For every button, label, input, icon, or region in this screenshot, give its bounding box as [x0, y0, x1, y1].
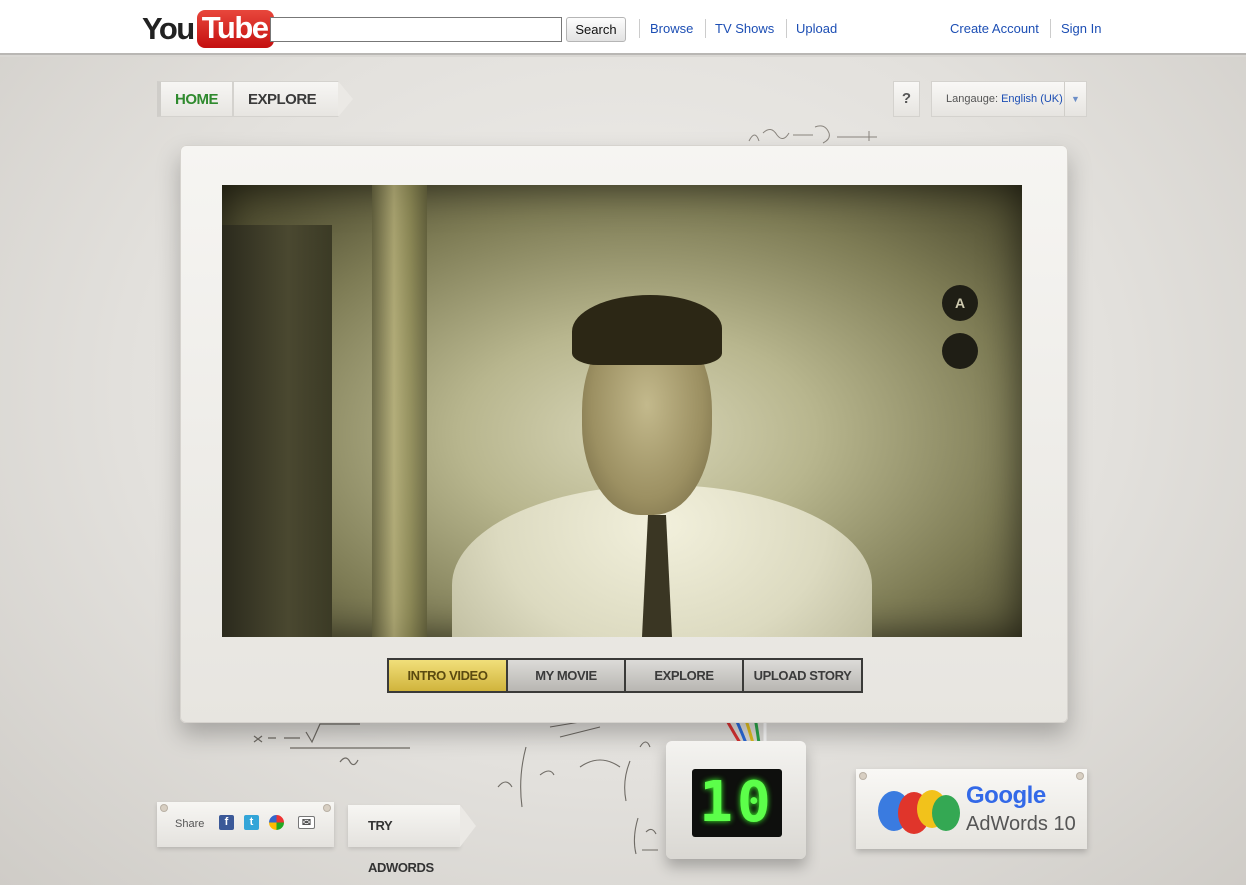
- share-label: Share: [175, 818, 205, 830]
- nav-upload[interactable]: Upload: [796, 21, 837, 36]
- facebook-icon[interactable]: f: [219, 815, 234, 830]
- language-value: English (UK): [1001, 93, 1063, 105]
- tab-my-movie[interactable]: MY MOVIE: [508, 660, 624, 691]
- stage: HOME EXPLORE ? Langauge: English (UK) ▼ …: [0, 57, 1246, 885]
- sign-icon: [942, 333, 978, 369]
- adwords-wordmark: AdWords 10: [966, 813, 1076, 835]
- help-button[interactable]: ?: [893, 81, 920, 117]
- video-player[interactable]: A: [222, 185, 1022, 637]
- google-wordmark: Google: [966, 782, 1046, 809]
- logo-tube-text: Tube: [196, 10, 274, 48]
- logo-you-text: You: [142, 11, 195, 46]
- nav-tv-shows[interactable]: TV Shows: [715, 21, 774, 36]
- pin-icon: [1077, 773, 1083, 779]
- tab-explore[interactable]: EXPLORE: [626, 660, 742, 691]
- tab-intro-video[interactable]: INTRO VIDEO: [389, 660, 506, 691]
- pin-icon: [324, 805, 330, 811]
- try-adwords-button[interactable]: TRY ADWORDS: [348, 805, 476, 875]
- scientist-hair-image: [572, 295, 722, 365]
- crumb-explore[interactable]: EXPLORE: [233, 81, 354, 117]
- adwords-balloons-icon: [878, 790, 960, 834]
- lab-pipe-image: [372, 185, 427, 637]
- twitter-icon[interactable]: t: [244, 815, 259, 830]
- crumb-home[interactable]: HOME: [157, 81, 233, 117]
- search-button[interactable]: Search: [566, 17, 626, 42]
- nav-divider: [786, 19, 787, 38]
- counter-display: 10: [692, 769, 782, 837]
- language-label: Langauge:: [946, 93, 998, 105]
- create-account-link[interactable]: Create Account: [950, 21, 1039, 36]
- nav-divider: [1050, 19, 1051, 38]
- adwords-card[interactable]: Google AdWords 10: [856, 769, 1087, 849]
- search-input[interactable]: [270, 17, 562, 42]
- lab-equipment-image: [222, 225, 332, 637]
- video-frame: A INTRO VIDEO MY MOVIE EXPLORE UPLOAD ST…: [180, 145, 1068, 723]
- nav-divider: [639, 19, 640, 38]
- sign-a-icon: A: [942, 285, 978, 321]
- video-tabs: INTRO VIDEO MY MOVIE EXPLORE UPLOAD STOR…: [387, 658, 863, 693]
- top-bar: You Tube Search Browse TV Shows Upload C…: [0, 0, 1246, 55]
- pin-icon: [860, 773, 866, 779]
- email-icon[interactable]: ✉: [298, 816, 315, 829]
- nav-browse[interactable]: Browse: [650, 21, 693, 36]
- language-selector[interactable]: Langauge: English (UK) ▼: [931, 81, 1087, 117]
- share-box: Share f t ✉: [157, 802, 334, 847]
- anniversary-counter: 10: [666, 741, 806, 859]
- nav-divider: [705, 19, 706, 38]
- youtube-logo[interactable]: You Tube: [142, 9, 274, 49]
- buzz-icon[interactable]: [269, 815, 284, 830]
- breadcrumb: HOME EXPLORE: [157, 81, 354, 117]
- quadratic-formula-icon: [253, 723, 410, 766]
- formula-scribble-icon: [633, 817, 658, 855]
- sign-in-link[interactable]: Sign In: [1061, 21, 1101, 36]
- tab-upload-story[interactable]: UPLOAD STORY: [744, 660, 861, 691]
- pin-icon: [161, 805, 167, 811]
- integral-scribble-icon: [497, 717, 651, 808]
- dropdown-arrow-icon[interactable]: ▼: [1064, 82, 1086, 116]
